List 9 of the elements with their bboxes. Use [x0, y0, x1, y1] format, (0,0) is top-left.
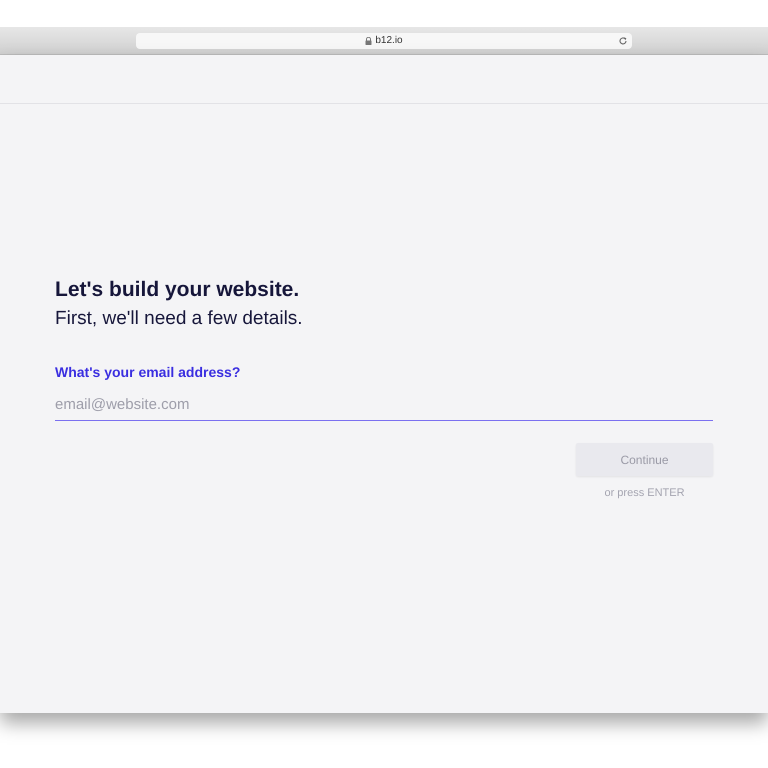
heading: Let's build your website. — [55, 278, 300, 302]
lock-icon — [365, 36, 372, 44]
url-text: b12.io — [375, 35, 403, 46]
subheading: First, we'll need a few details. — [55, 308, 304, 330]
field-label: What's your email address? — [55, 364, 242, 380]
address-bar[interactable]: b12.io — [136, 32, 632, 48]
reload-icon[interactable] — [618, 36, 628, 46]
enter-hint: or press ENTER — [604, 487, 685, 499]
email-field[interactable]: email@website.com — [55, 390, 713, 421]
